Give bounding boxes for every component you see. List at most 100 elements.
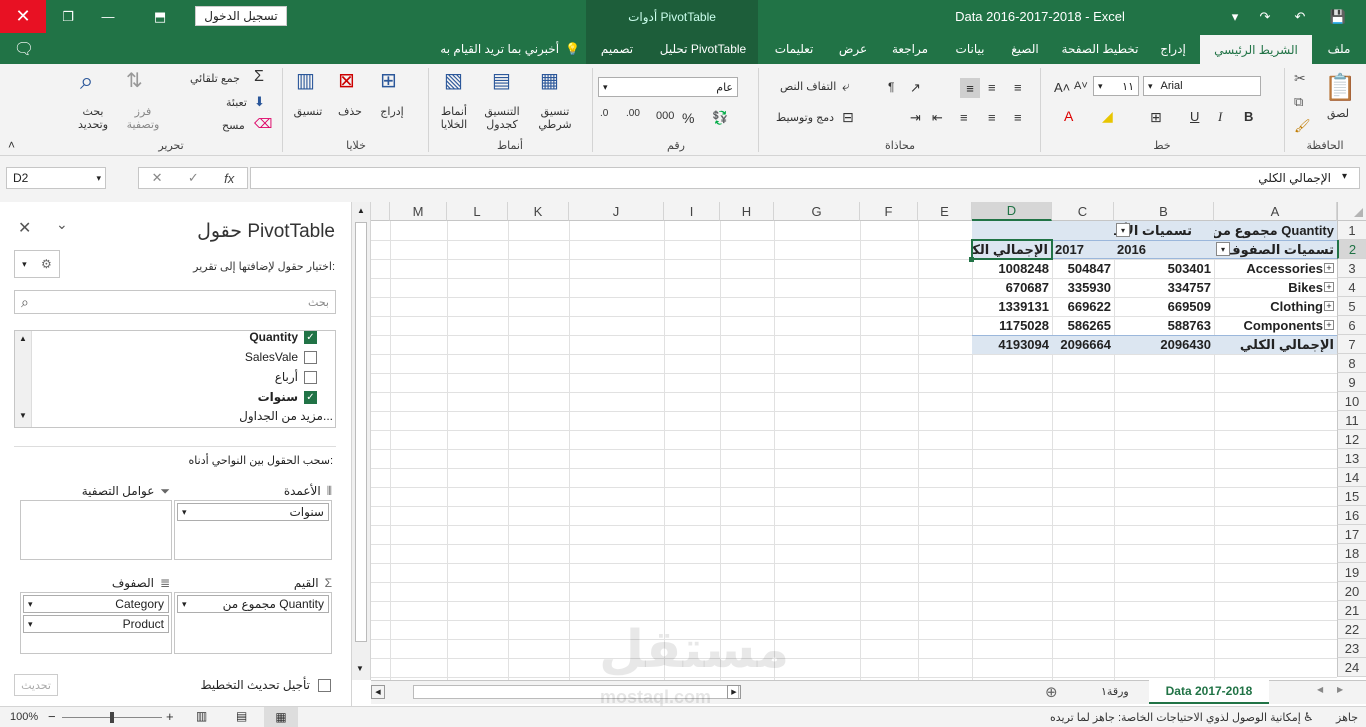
tab-file[interactable]: ملف (1318, 33, 1360, 64)
accessibility-status[interactable]: إمكانية الوصول لذوي الاحتياجات الخاصة: ج… (1050, 711, 1301, 724)
align-top-icon[interactable]: ≡ (960, 78, 980, 98)
close-icon[interactable]: ✕ (18, 218, 31, 238)
update-button[interactable]: تحديث (14, 674, 58, 696)
pivot-cell-2016[interactable]: 334757 (1114, 278, 1214, 297)
pivot-row-label[interactable]: Accessories (1214, 259, 1337, 278)
pivot-cell-2016[interactable]: 588763 (1114, 316, 1214, 335)
pivot-cell-2017[interactable]: 669622 (1052, 297, 1114, 316)
format-cells-icon[interactable]: ▥ (296, 68, 315, 93)
tab-insert[interactable]: إدراج (1150, 33, 1196, 64)
rows-item-category[interactable]: ▾ Category (23, 595, 169, 613)
fill-button[interactable]: تعبئة (226, 96, 247, 109)
row-header[interactable]: 20 (1337, 582, 1366, 601)
row-header[interactable]: 8 (1337, 354, 1366, 373)
tab-data[interactable]: بيانات (945, 33, 995, 64)
pivot-cell-2016[interactable]: 503401 (1114, 259, 1214, 278)
pivot-row-label[interactable]: Components (1214, 316, 1337, 335)
signin-button[interactable]: تسجيل الدخول (195, 6, 287, 26)
pivot-total-grand[interactable]: 4193094 (972, 335, 1052, 354)
tab-view[interactable]: عرض (830, 33, 876, 64)
bold-icon[interactable]: B (1244, 109, 1253, 124)
row-header[interactable]: 3 (1337, 259, 1366, 278)
save-icon[interactable]: 💾 (1318, 0, 1358, 33)
number-format-box[interactable]: ▾ عام (598, 77, 738, 97)
row-header[interactable]: 1 (1337, 221, 1366, 240)
filters-drop-area[interactable] (20, 500, 172, 560)
clear-button[interactable]: مسح (222, 119, 245, 132)
format-painter-icon[interactable]: 🖌 (1294, 118, 1311, 134)
sheet-tab-other[interactable]: ورقة١ (1101, 685, 1129, 698)
wrap-text-button[interactable]: التفاف النص (780, 80, 836, 93)
sheet-tab-active[interactable]: Data 2017-2018 (1149, 680, 1269, 704)
undo-icon[interactable]: ↶ (1280, 0, 1320, 33)
column-header-c[interactable]: C (1052, 202, 1114, 221)
close-icon[interactable]: ✕ (0, 0, 46, 33)
zoom-in-icon[interactable]: + (166, 709, 174, 724)
format-cells-button[interactable]: تنسيق (286, 106, 330, 119)
sort-filter-button[interactable]: فرز وتصفية (120, 106, 166, 132)
pivot-cell-grand-total[interactable]: 1008248 (972, 259, 1052, 278)
increase-decimal-icon[interactable]: .0 (600, 108, 608, 119)
sheet-nav-right-icon[interactable]: ▶ (1337, 685, 1343, 694)
checkbox-icon[interactable] (304, 370, 317, 384)
row-header[interactable]: 13 (1337, 449, 1366, 468)
hscroll-right-icon[interactable]: ▶ (727, 685, 741, 699)
delete-cells-button[interactable]: حذف (330, 106, 370, 119)
expand-icon[interactable]: + (1324, 301, 1334, 311)
conditional-format-button[interactable]: تنسيق شرطي (528, 106, 582, 132)
defer-update-row[interactable]: تأجيل تحديث التخطيط (200, 678, 331, 692)
row-header[interactable]: 10 (1337, 392, 1366, 411)
indent-decrease-icon[interactable]: ⇤ (932, 110, 943, 126)
pivot-cell-2017[interactable]: 335930 (1052, 278, 1114, 297)
pivot-col-header-2017[interactable]: 2017 (1052, 240, 1114, 259)
tab-design[interactable]: تصميم (590, 33, 644, 64)
cut-icon[interactable]: ✂ (1294, 70, 1306, 87)
pivot-total-label[interactable]: الإجمالي الكلي (1214, 335, 1337, 354)
row-header[interactable]: 9 (1337, 373, 1366, 392)
delete-cells-icon[interactable]: ⊠ (338, 68, 355, 93)
add-sheet-icon[interactable]: ⊕ (1045, 683, 1058, 701)
sheet-nav-left-icon[interactable]: ◀ (1317, 685, 1323, 694)
row-header[interactable]: 11 (1337, 411, 1366, 430)
row-header[interactable]: 12 (1337, 430, 1366, 449)
expand-icon[interactable]: + (1324, 282, 1334, 292)
format-as-table-button[interactable]: التنسيق كجدول (474, 106, 530, 132)
font-size-box[interactable]: ▾ ١١ (1093, 76, 1139, 96)
checkbox-icon[interactable] (318, 678, 331, 692)
copy-icon[interactable]: ⧉ (1294, 94, 1303, 110)
values-item-sum-quantity[interactable]: ▾ مجموع من Quantity (177, 595, 329, 613)
enter-icon[interactable]: ✓ (188, 170, 199, 186)
find-select-button[interactable]: بحث وتحديد (70, 106, 116, 132)
zoom-slider-thumb[interactable] (110, 712, 114, 723)
find-icon[interactable]: ⌕ (80, 68, 93, 96)
tab-home[interactable]: الشريط الرئيسي (1200, 33, 1312, 64)
row-header[interactable]: 17 (1337, 525, 1366, 544)
columns-item-years[interactable]: ▾ سنوات (177, 503, 329, 521)
grow-font-icon[interactable]: A˄ (1054, 80, 1070, 95)
rtl-icon[interactable]: ¶ (888, 80, 894, 94)
pivot-cell-2017[interactable]: 504847 (1052, 259, 1114, 278)
column-header-j[interactable]: J (569, 202, 664, 221)
normal-view-icon[interactable]: ▦ (264, 707, 298, 727)
expand-icon[interactable]: + (1324, 320, 1334, 330)
minimize-icon[interactable]: — (88, 0, 128, 33)
orientation-icon[interactable]: ↗ (910, 80, 921, 96)
fill-color-icon[interactable]: ◢ (1102, 108, 1113, 125)
formula-input[interactable]: الإجمالي الكلي (250, 167, 1360, 189)
row-header[interactable]: 18 (1337, 544, 1366, 563)
paste-button[interactable]: لصق (1318, 108, 1358, 121)
field-list-scrollbar[interactable]: ▲ ▼ (15, 331, 32, 427)
scroll-thumb[interactable] (355, 222, 367, 642)
decrease-decimal-icon[interactable]: .00 (626, 108, 640, 119)
currency-icon[interactable]: 💱 (712, 110, 728, 126)
collapse-ribbon-icon[interactable]: ˄ (8, 138, 15, 152)
font-color-icon[interactable]: A (1064, 108, 1073, 124)
font-name-box[interactable]: ▾ Arial (1143, 76, 1261, 96)
scroll-down-icon[interactable]: ▼ (15, 411, 31, 420)
checkbox-icon[interactable] (304, 350, 317, 364)
values-drop-area[interactable]: ▾ مجموع من Quantity (174, 592, 332, 654)
pivot-row-label[interactable]: Bikes (1214, 278, 1337, 297)
cancel-icon[interactable]: ✕ (152, 170, 163, 186)
pivot-row-labels[interactable]: تسميات الصفوف (1214, 240, 1337, 259)
row-header[interactable]: 19 (1337, 563, 1366, 582)
